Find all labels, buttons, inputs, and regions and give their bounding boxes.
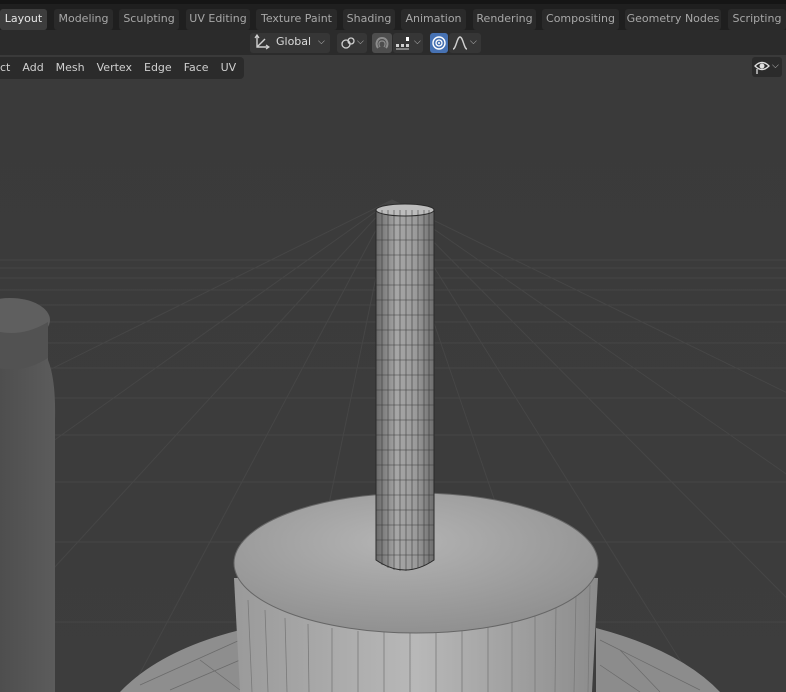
workspace-tab-bar: Layout Modeling Sculpting UV Editing Tex…	[0, 0, 786, 30]
transform-orientation-dropdown[interactable]: Global ⌵	[250, 33, 330, 53]
pivot-point-dropdown[interactable]: ⌵	[337, 33, 367, 53]
transform-orientation-value: Global	[276, 35, 312, 48]
proportional-editing-toggle[interactable]	[430, 33, 448, 53]
tab-shading[interactable]: Shading	[343, 9, 395, 30]
viewport-header-menu: ct Add Mesh Vertex Edge Face UV	[0, 57, 245, 79]
left-mesh-object[interactable]	[0, 298, 56, 692]
tab-modeling[interactable]: Modeling	[54, 9, 113, 30]
menu-mesh[interactable]: Mesh	[50, 57, 91, 79]
snap-toggle[interactable]	[372, 33, 392, 53]
chevron-down-icon: ⌵	[414, 37, 421, 47]
proportional-falloff-dropdown[interactable]: ⌵	[449, 33, 481, 53]
menu-add[interactable]: Add	[16, 57, 49, 79]
tab-rendering[interactable]: Rendering	[473, 9, 536, 30]
viewport-scene[interactable]	[0, 55, 786, 692]
3d-viewport[interactable]: ct Add Mesh Vertex Edge Face UV ⌵	[0, 55, 786, 692]
menu-face[interactable]: Face	[178, 57, 215, 79]
tab-geometry-nodes[interactable]: Geometry Nodes	[625, 9, 721, 30]
tab-sculpting[interactable]: Sculpting	[119, 9, 179, 30]
transform-orientation-icon	[254, 33, 271, 53]
chevron-down-icon: ⌵	[772, 61, 779, 71]
proportional-editing-icon	[431, 35, 447, 54]
menu-edge[interactable]: Edge	[138, 57, 178, 79]
menu-uv[interactable]: UV	[215, 57, 243, 79]
menu-vertex[interactable]: Vertex	[91, 57, 138, 79]
chevron-down-icon: ⌵	[357, 37, 364, 47]
tool-settings-header: Global ⌵ ⌵ ⌵ ⌵	[0, 30, 786, 55]
tab-animation[interactable]: Animation	[401, 9, 466, 30]
menu-select[interactable]: ct	[0, 57, 16, 79]
tab-layout[interactable]: Layout	[0, 9, 47, 30]
thin-pole-mesh[interactable]	[375, 203, 435, 571]
falloff-curve-icon	[452, 35, 468, 54]
visibility-eye-icon	[754, 59, 770, 78]
snap-target-dropdown[interactable]: ⌵	[393, 33, 423, 53]
chevron-down-icon: ⌵	[470, 37, 477, 47]
snap-increment-icon	[395, 35, 411, 54]
tab-texture-paint[interactable]: Texture Paint	[256, 9, 337, 30]
tab-uv-editing[interactable]: UV Editing	[186, 9, 250, 30]
pivot-point-icon	[340, 35, 356, 54]
tab-scripting[interactable]: Scripting	[728, 9, 786, 30]
snap-magnet-icon	[374, 35, 390, 54]
chevron-down-icon: ⌵	[318, 37, 325, 47]
tab-compositing[interactable]: Compositing	[542, 9, 619, 30]
visibility-dropdown[interactable]: ⌵	[752, 57, 782, 77]
